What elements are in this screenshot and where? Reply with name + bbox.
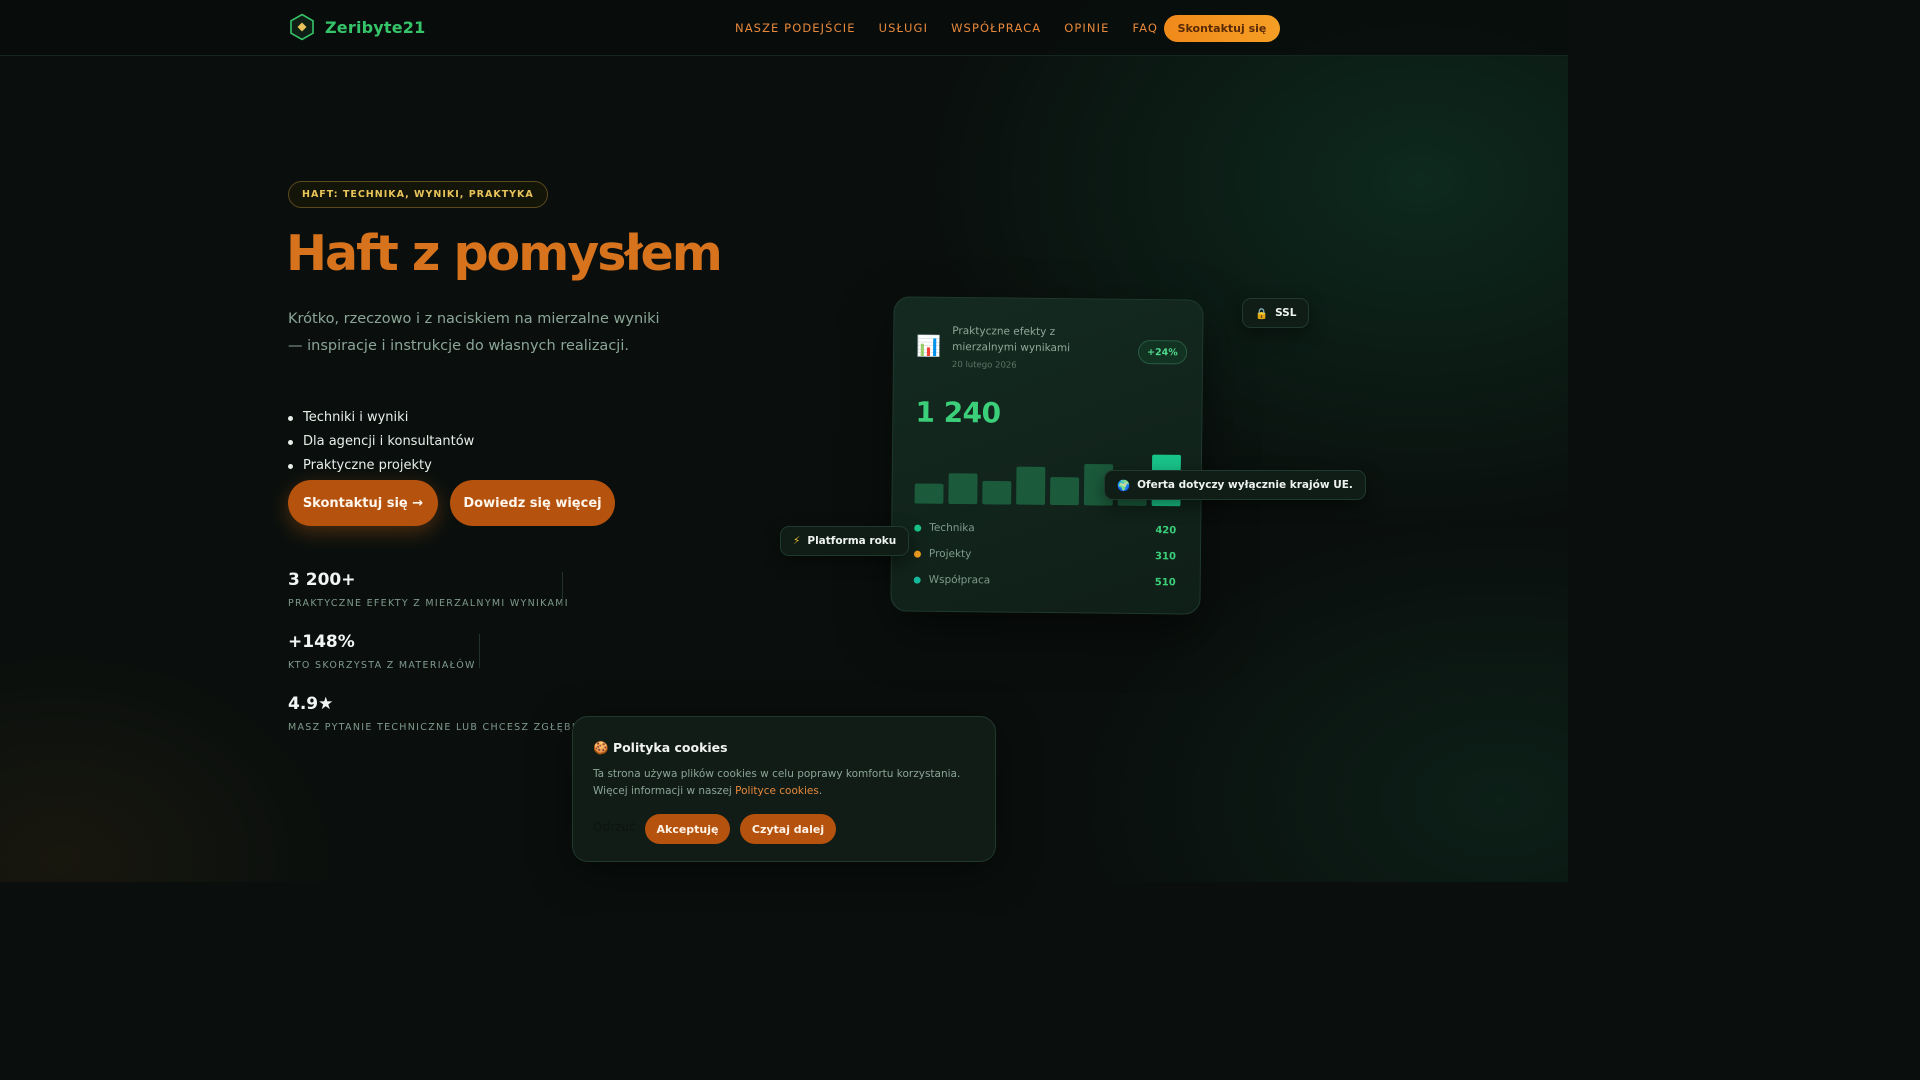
legend-value: 310 (1155, 550, 1177, 562)
legend-label: Projekty (928, 547, 972, 561)
nav-link-approach[interactable]: NASZE PODEJŚCIE (735, 21, 856, 35)
lightning-icon: ⚡ (793, 535, 801, 547)
bar-chart-icon: 📊 (916, 333, 942, 358)
card-title: Praktyczne efekty z mierzalnymi wynikami (952, 325, 1071, 355)
card-date: 20 lutego 2026 (951, 359, 1017, 371)
bullet-item: Praktyczne projekty (288, 454, 474, 478)
nav-link-reviews[interactable]: OPINIE (1064, 21, 1109, 35)
top-navbar: Zeribyte21 NASZE PODEJŚCIE USŁUGI WSPÓŁP… (0, 0, 1568, 56)
cookie-title-text: Polityka cookies (612, 740, 728, 755)
stat-projects: 3 200+ PRAKTYCZNE EFEKTY Z MIERZALNYMI W… (288, 570, 569, 609)
nav-link-cooperation[interactable]: WSPÓŁPRACA (951, 21, 1041, 35)
legend-value: 420 (1155, 524, 1177, 536)
stat-label: KTO SKORZYSTA Z MATERIAŁÓW (288, 660, 476, 671)
globe-icon: 🌍 (1117, 479, 1131, 492)
stat-growth: +148% KTO SKORZYSTA Z MATERIAŁÓW (288, 632, 476, 671)
cookie-banner: 🍪 Polityka cookies Ta strona używa plikó… (572, 716, 996, 862)
stat-value: 3 200+ (288, 570, 356, 590)
legend-row-cooperation: Współpraca 510 (913, 573, 1176, 589)
cookie-title: 🍪 Polityka cookies (593, 740, 728, 756)
hero-badge: HAFT: TECHNIKA, WYNIKI, PRAKTYKA (288, 181, 548, 208)
dashboard-card: 📊 Praktyczne efekty z mierzalnymi wynika… (890, 296, 1204, 615)
bullet-item: Techniki i wyniki (288, 406, 474, 430)
bar-3 (982, 480, 1012, 505)
bar-1 (914, 483, 944, 504)
nav-link-services[interactable]: USŁUGI (879, 21, 929, 35)
bar-4 (1016, 466, 1046, 505)
chip-text: Oferta dotyczy wyłącznie krajów UE. (1137, 479, 1353, 491)
stat-divider (562, 572, 563, 606)
cookie-icon: 🍪 (593, 740, 609, 755)
cookie-text-end: . (818, 785, 823, 797)
platform-chip: ⚡ Platforma roku (780, 526, 910, 556)
legend-label: Współpraca (928, 573, 991, 587)
growth-badge: +24% (1137, 339, 1187, 365)
cookie-reject-button[interactable]: Odrzuć (593, 820, 636, 834)
brand-name: Zeribyte21 (325, 17, 426, 37)
legend-row-projects: Projekty 310 (913, 547, 1177, 563)
cookie-policy-link[interactable]: Polityce cookies (735, 785, 819, 797)
stat-label: PRAKTYCZNE EFEKTY Z MIERZALNYMI WYNIKAMI (288, 598, 569, 609)
cookie-read-more-button[interactable]: Czytaj dalej (740, 814, 836, 844)
lock-icon: 🔒 (1255, 307, 1269, 320)
eu-offer-chip: 🌍 Oferta dotyczy wyłącznie krajów UE. (1104, 470, 1366, 500)
bar-5 (1050, 477, 1080, 506)
legend-row-technique: Technika 420 (914, 522, 1176, 537)
cookie-text: Ta strona używa plików cookies w celu po… (593, 766, 983, 800)
hero-title: Haft z pomysłem (286, 225, 723, 282)
legend-value: 510 (1154, 576, 1176, 588)
hero-bullet-list: Techniki i wyniki Dla agencji i konsulta… (288, 406, 474, 478)
ssl-chip: 🔒 SSL (1242, 298, 1310, 328)
bar-2 (948, 473, 978, 505)
card-total-value: 1 240 (915, 395, 1001, 430)
contact-button[interactable]: Skontaktuj się → (288, 480, 438, 526)
chip-text: Platforma roku (807, 535, 897, 547)
legend-dot (914, 524, 922, 532)
learn-more-button[interactable]: Dowiedz się więcej (450, 480, 615, 526)
nav-link-faq[interactable]: FAQ (1132, 21, 1158, 35)
bullet-item: Dla agencji i konsultantów (288, 430, 474, 454)
chip-text: SSL (1275, 307, 1297, 319)
legend-label: Technika (929, 521, 975, 535)
stat-divider (479, 634, 480, 668)
stat-value: 4.9★ (288, 694, 334, 714)
hero-subtitle: Krótko, rzeczowo i z naciskiem na mierza… (288, 311, 660, 354)
cookie-accept-button[interactable]: Akceptuję (645, 814, 730, 844)
legend-dot (913, 550, 922, 558)
stat-value: +148% (288, 632, 355, 652)
nav-links: NASZE PODEJŚCIE USŁUGI WSPÓŁPRACA OPINIE… (735, 21, 1158, 35)
hexagon-logo-icon (290, 13, 314, 41)
brand-logo[interactable]: Zeribyte21 (288, 13, 425, 41)
legend-dot (913, 576, 921, 584)
nav-contact-button[interactable]: Skontaktuj się (1164, 15, 1280, 42)
